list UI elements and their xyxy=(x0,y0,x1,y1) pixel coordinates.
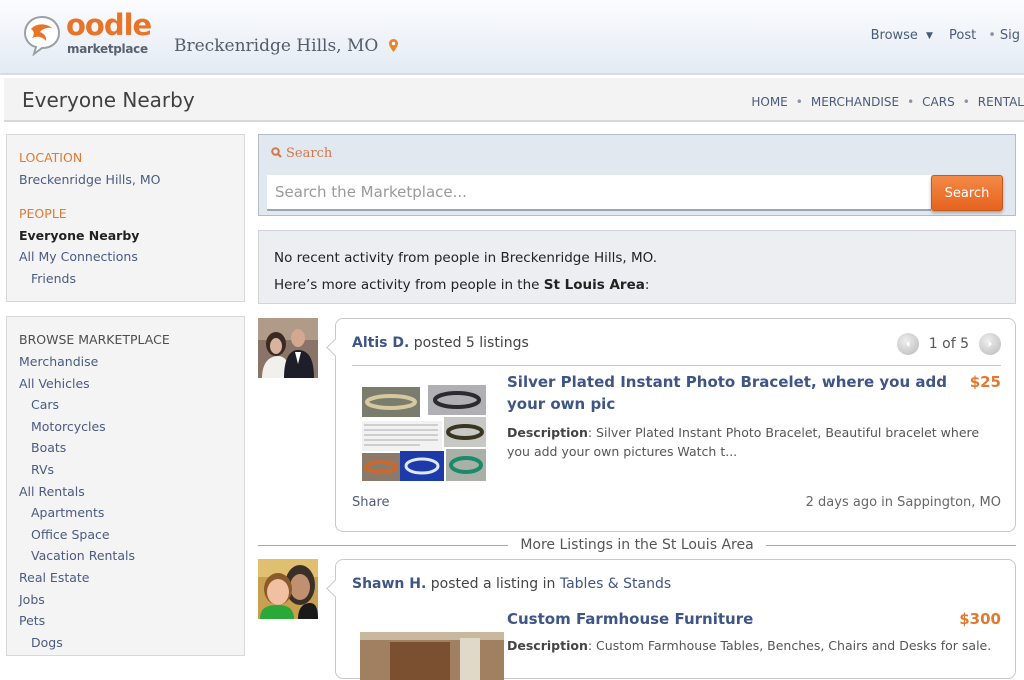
sidebar-item-real-estate[interactable]: Real Estate xyxy=(19,567,232,589)
sidebar-browse-marketplace: BROWSE MARKETPLACE Merchandise All Vehic… xyxy=(6,316,245,656)
sidebar-item-pets[interactable]: Pets xyxy=(19,610,232,632)
notice-line-1: No recent activity from people in Brecke… xyxy=(274,250,658,266)
sidebar-item-merchandise[interactable]: Merchandise xyxy=(19,351,232,373)
listing-thumbnail[interactable] xyxy=(360,632,504,680)
logo-word: oodle xyxy=(66,8,152,42)
sidebar-item-boats[interactable]: Boats xyxy=(19,437,232,459)
section-divider: More Listings in the St Louis Area xyxy=(258,535,1016,555)
search-button[interactable]: Search xyxy=(931,175,1003,211)
search-label: Search xyxy=(271,146,332,161)
nav-post[interactable]: Post xyxy=(949,28,976,43)
current-location[interactable]: Breckenridge Hills, MO xyxy=(174,36,398,56)
nav-separator: • xyxy=(962,95,970,109)
location-pin-icon xyxy=(388,39,398,52)
sidebar-item-all-my-connections[interactable]: All My Connections xyxy=(19,246,232,268)
nav-separator: • xyxy=(988,28,996,43)
sidebar-item-all-rentals[interactable]: All Rentals xyxy=(19,481,232,503)
page-title: Everyone Nearby xyxy=(22,88,195,112)
listing-description: Description: Custom Farmhouse Tables, Be… xyxy=(507,638,992,653)
top-header: oodle marketplace Breckenridge Hills, MO… xyxy=(0,0,1024,75)
nav-separator: • xyxy=(795,95,803,109)
share-link[interactable]: Share xyxy=(352,495,390,510)
prev-button[interactable] xyxy=(896,333,919,355)
logo-speech-bubble-icon xyxy=(23,15,61,56)
user-link[interactable]: Shawn H. xyxy=(352,576,426,592)
search-input[interactable] xyxy=(267,175,931,211)
area-name: St Louis Area xyxy=(543,277,645,293)
sidebar-item-dogs[interactable]: Dogs xyxy=(19,632,232,654)
activity-card: Altis D. posted 5 listings 1 of 5 Silver… xyxy=(335,318,1016,532)
listing-price: $25 xyxy=(969,373,1001,391)
listing-meta: 2 days ago in Sappington, MO xyxy=(805,495,1001,510)
sub-header: Everyone Nearby HOME • MERCHANDISE • CARS • RE… xyxy=(4,78,1024,122)
sidebar-item-vacation-rentals[interactable]: Vacation Rentals xyxy=(19,545,232,567)
nav-rentals[interactable]: RENTAL xyxy=(978,95,1024,109)
listing-price: $300 xyxy=(959,610,1001,628)
divider xyxy=(352,365,1001,366)
divider-line xyxy=(765,544,1016,546)
nav-merchandise[interactable]: MERCHANDISE xyxy=(811,95,899,109)
sidebar-item-motorcycles[interactable]: Motorcycles xyxy=(19,416,232,438)
listing-title[interactable]: Custom Farmhouse Furniture xyxy=(507,608,947,630)
sidebar-item-rvs[interactable]: RVs xyxy=(19,459,232,481)
chevron-down-icon: ▼ xyxy=(925,31,933,41)
nav-separator: • xyxy=(907,95,915,109)
section-nav: HOME • MERCHANDISE • CARS • RENTAL xyxy=(751,95,1024,109)
card-header: Shawn H. posted a listing in Tables & St… xyxy=(352,576,672,592)
sidebar-item-everyone-nearby[interactable]: Everyone Nearby xyxy=(19,225,232,247)
avatar[interactable] xyxy=(258,559,318,619)
divider-line xyxy=(258,544,509,546)
activity-notice: No recent activity from people in Brecke… xyxy=(258,230,1016,304)
people-heading: PEOPLE xyxy=(19,205,67,221)
nav-browse[interactable]: Browse ▼ xyxy=(871,28,937,43)
sidebar-location-value[interactable]: Breckenridge Hills, MO xyxy=(19,169,232,191)
category-link[interactable]: Tables & Stands xyxy=(560,576,671,592)
sidebar-item-apartments[interactable]: Apartments xyxy=(19,502,232,524)
divider-label: More Listings in the St Louis Area xyxy=(520,537,754,553)
nav-cars[interactable]: CARS xyxy=(922,95,955,109)
sidebar-item-cars[interactable]: Cars xyxy=(19,394,232,416)
nav-sign-in[interactable]: Sig xyxy=(1000,28,1020,43)
logo-subtitle: marketplace xyxy=(67,42,148,56)
activity-card: Shawn H. posted a listing in Tables & St… xyxy=(335,559,1016,680)
card-header: Altis D. posted 5 listings xyxy=(352,335,529,351)
location-text: Breckenridge Hills, MO xyxy=(174,36,379,56)
sidebar-item-office-space[interactable]: Office Space xyxy=(19,524,232,546)
sidebar-item-friends[interactable]: Friends xyxy=(19,268,232,290)
search-icon xyxy=(271,147,282,158)
next-button[interactable] xyxy=(979,333,1001,355)
top-nav: Browse▼·Post•Sig xyxy=(871,28,1024,43)
notice-line-2: Here’s more activity from people in the … xyxy=(274,277,650,293)
sidebar-item-jobs[interactable]: Jobs xyxy=(19,589,232,611)
pager-count: 1 of 5 xyxy=(928,336,969,352)
sidebar-location-people: LOCATION Breckenridge Hills, MO PEOPLE E… xyxy=(6,134,245,302)
oodle-logo[interactable]: oodle marketplace xyxy=(22,8,162,62)
chevron-left-icon xyxy=(905,341,910,347)
listing-pager: 1 of 5 xyxy=(896,333,1001,355)
nav-home[interactable]: HOME xyxy=(751,95,787,109)
chevron-right-icon xyxy=(988,341,992,347)
browse-heading: BROWSE MARKETPLACE xyxy=(19,332,170,347)
user-link[interactable]: Altis D. xyxy=(352,335,409,351)
listing-description: Description: Silver Plated Instant Photo… xyxy=(507,425,980,459)
avatar[interactable] xyxy=(258,318,318,378)
location-heading: LOCATION xyxy=(19,150,83,165)
listing-title[interactable]: Silver Plated Instant Photo Bracelet, wh… xyxy=(507,371,947,415)
search-panel: Search Search xyxy=(258,134,1016,216)
sidebar-item-all-vehicles[interactable]: All Vehicles xyxy=(19,373,232,395)
listing-thumbnail[interactable] xyxy=(360,385,488,481)
